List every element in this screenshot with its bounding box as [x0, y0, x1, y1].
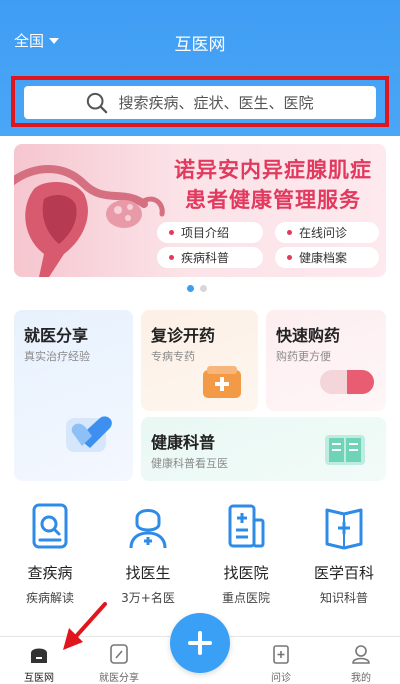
card-medical-share[interactable]: 就医分享 真实治疗经验 [14, 310, 133, 481]
pill-label: 疾病科普 [181, 251, 230, 265]
consult-icon [273, 645, 289, 664]
banner-pagination [187, 285, 207, 292]
capsule-icon [320, 370, 374, 394]
banner-pill-records[interactable]: 健康档案 [275, 247, 379, 268]
dot-icon [169, 255, 174, 260]
doctor-icon [129, 509, 167, 549]
quick-find-disease[interactable]: 查疾病 疾病解读 [0, 502, 100, 606]
dot-icon [169, 230, 174, 235]
card-refill-prescription[interactable]: 复诊开药 专病专药 [141, 310, 258, 411]
search-input[interactable]: 搜索疾病、症状、医生、医院 [24, 86, 376, 119]
quick-encyclopedia[interactable]: 医学百科 知识科普 [294, 502, 394, 606]
share-heart-icon [66, 416, 112, 452]
medicine-box-icon [203, 366, 241, 398]
search-placeholder: 搜索疾病、症状、医生、医院 [118, 94, 314, 112]
dot-icon [287, 230, 292, 235]
quick-title: 找医生 [125, 564, 171, 582]
card-title: 复诊开药 [151, 326, 216, 345]
page-title: 互医网 [174, 35, 226, 55]
card-fast-buy[interactable]: 快速购药 购药更方便 [266, 310, 386, 411]
card-title: 健康科普 [151, 433, 216, 452]
disease-doc-icon [32, 503, 68, 549]
quick-subtitle: 重点医院 [221, 591, 270, 605]
pill-label: 在线问诊 [299, 226, 348, 240]
banner-pill-intro[interactable]: 项目介绍 [157, 222, 263, 243]
promo-banner[interactable]: 诺异安内异症腺肌症 患者健康管理服务 项目介绍 在线问诊 疾病科普 健康档案 [14, 144, 386, 277]
banner-title-line2: 患者健康管理服务 [185, 188, 361, 212]
quick-find-doctor[interactable]: 找医生 3万+名医 [98, 502, 198, 606]
hospital-icon [228, 504, 265, 548]
card-subtitle: 健康科普看互医 [151, 457, 228, 470]
tab-label: 互医网 [24, 673, 54, 684]
card-subtitle: 购药更方便 [276, 350, 331, 363]
encyclopedia-icon [325, 508, 363, 550]
annotation-arrow-icon [63, 602, 107, 650]
card-subtitle: 专病专药 [151, 350, 195, 363]
tab-label: 就医分享 [99, 673, 139, 684]
page-dot-active[interactable] [187, 285, 194, 292]
tab-consult[interactable]: 问诊 [246, 643, 316, 684]
page-dot[interactable] [200, 285, 207, 292]
tab-profile[interactable]: 我的 [326, 643, 396, 684]
profile-icon [352, 645, 370, 664]
banner-title-line1: 诺异安内异症腺肌症 [174, 158, 372, 182]
card-title: 快速购药 [276, 326, 341, 345]
banner-pill-consult[interactable]: 在线问诊 [275, 222, 379, 243]
dot-icon [287, 255, 292, 260]
quick-title: 查疾病 [27, 564, 73, 582]
plus-button[interactable] [170, 613, 230, 673]
quick-subtitle: 知识科普 [319, 591, 368, 605]
tab-label: 问诊 [271, 673, 291, 684]
quick-find-hospital[interactable]: 找医院 重点医院 [196, 502, 296, 606]
card-health-science[interactable]: 健康科普 健康科普看互医 [141, 417, 386, 481]
pill-label: 项目介绍 [181, 226, 230, 240]
home-icon [31, 648, 47, 663]
quick-title: 找医院 [223, 564, 269, 582]
uterus-illustration [14, 165, 165, 277]
search-icon [87, 92, 108, 113]
tab-label: 我的 [351, 673, 371, 684]
banner-pill-science[interactable]: 疾病科普 [157, 247, 263, 268]
open-book-icon [325, 435, 365, 465]
card-subtitle: 真实治疗经验 [24, 350, 90, 363]
quick-title: 医学百科 [313, 564, 374, 582]
pill-label: 健康档案 [299, 251, 348, 265]
card-title: 就医分享 [24, 326, 89, 345]
